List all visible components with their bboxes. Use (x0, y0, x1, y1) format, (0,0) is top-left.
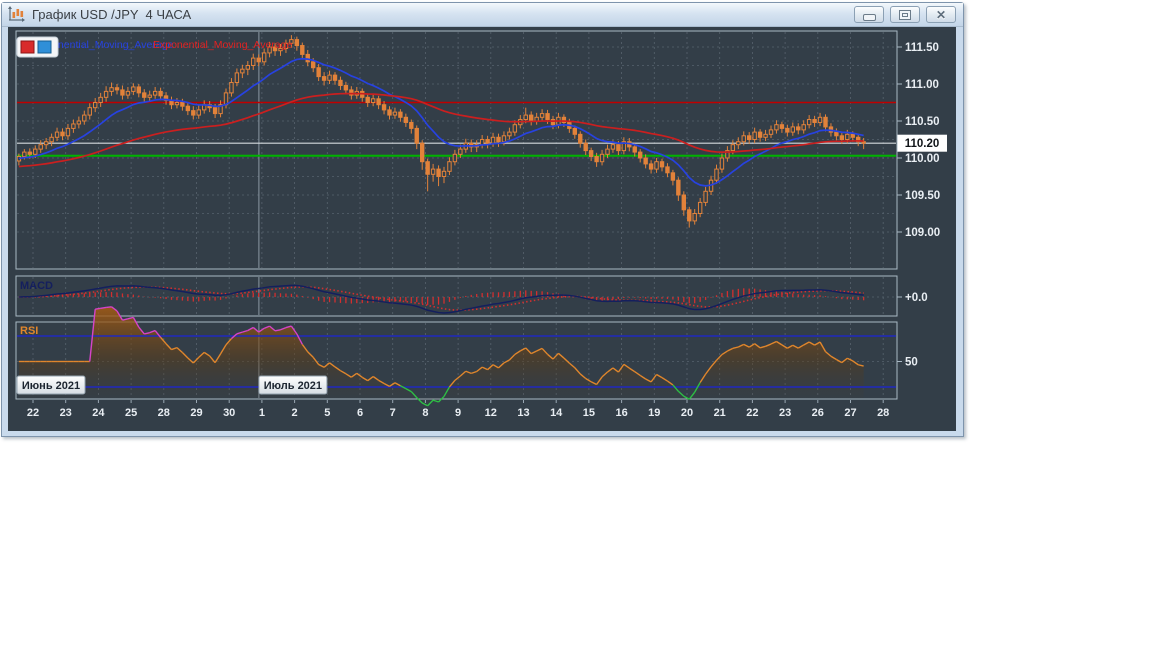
svg-text:5: 5 (324, 407, 330, 419)
price-levels (17, 101, 896, 157)
svg-text:111.00: 111.00 (905, 79, 939, 91)
svg-text:12: 12 (485, 407, 497, 419)
rsi-label: RSI (20, 325, 38, 337)
svg-text:29: 29 (190, 407, 202, 419)
svg-text:8: 8 (422, 407, 428, 419)
svg-text:9: 9 (455, 407, 461, 419)
svg-text:28: 28 (158, 407, 170, 419)
close-icon: ✕ (935, 7, 947, 22)
svg-text:19: 19 (648, 407, 660, 419)
svg-text:27: 27 (844, 407, 856, 419)
macd-indicator (18, 284, 865, 314)
price-axis: 111.50 111.00 110.50 110.00 109.50 109.00 110.… (897, 42, 947, 369)
svg-text:25: 25 (125, 407, 137, 419)
svg-text:22: 22 (746, 407, 758, 419)
svg-text:13: 13 (517, 407, 529, 419)
svg-text:2: 2 (292, 407, 298, 419)
macd-pane (15, 275, 898, 317)
svg-text:20: 20 (681, 407, 693, 419)
restore-button[interactable] (890, 6, 920, 23)
svg-text:15: 15 (583, 407, 595, 419)
ema-slow-legend-label: Exponential_Moving_Average (153, 39, 292, 51)
svg-text:16: 16 (615, 407, 627, 419)
chart-window: График USD /JPY 4 ЧАСА ✕ MACD RSI Exponent… (1, 2, 964, 437)
svg-text:Июль 2021: Июль 2021 (264, 380, 322, 392)
svg-text:21: 21 (714, 407, 726, 419)
ma-legend: Exponential_Moving_AverageExponential_Mo… (16, 36, 292, 58)
rsi-axis-label: 50 (905, 357, 918, 369)
svg-text:6: 6 (357, 407, 363, 419)
svg-text:111.50: 111.50 (905, 42, 939, 54)
svg-text:109.50: 109.50 (905, 190, 940, 202)
svg-text:23: 23 (60, 407, 72, 419)
svg-text:14: 14 (550, 407, 563, 419)
window-title: График USD /JPY 4 ЧАСА (32, 7, 192, 22)
svg-text:22: 22 (27, 407, 39, 419)
svg-text:Июнь 2021: Июнь 2021 (22, 380, 80, 392)
minimize-icon (862, 14, 876, 21)
candlestick-series (17, 35, 866, 228)
ema-fast-toggle[interactable] (37, 40, 52, 54)
chart-content: MACD RSI Exponential_Moving_Average Exponen… (8, 27, 956, 431)
chart-canvas: MACD RSI Exponential_Moving_AverageExponen… (15, 30, 947, 419)
svg-text:1: 1 (259, 407, 265, 419)
svg-text:26: 26 (812, 407, 824, 419)
ema-overlays (18, 57, 864, 187)
svg-text:110.00: 110.00 (905, 153, 940, 165)
ema-fast-line (18, 57, 864, 187)
window-controls: ✕ (854, 6, 958, 23)
restore-icon (899, 9, 911, 20)
macd-axis-label: +0.0 (905, 292, 928, 304)
minimize-button[interactable] (854, 6, 884, 23)
candlestick-chart-icon (7, 6, 27, 23)
svg-text:30: 30 (223, 407, 235, 419)
time-axis: 22 23 24 25 28 29 30 1 2 5 6 7 8 9 12 13 14 15 16 19 20 21 22 2… (27, 400, 889, 419)
svg-text:24: 24 (92, 407, 105, 419)
svg-text:110.20: 110.20 (905, 138, 940, 150)
window-titlebar[interactable]: График USD /JPY 4 ЧАСА ✕ (2, 3, 963, 27)
svg-text:23: 23 (779, 407, 791, 419)
close-button[interactable]: ✕ (926, 6, 956, 23)
svg-text:28: 28 (877, 407, 889, 419)
macd-histogram (23, 288, 865, 305)
svg-text:109.00: 109.00 (905, 227, 940, 239)
svg-text:110.50: 110.50 (905, 116, 940, 128)
ema-slow-toggle[interactable] (20, 40, 35, 54)
svg-text:7: 7 (390, 407, 396, 419)
macd-label: MACD (20, 280, 53, 292)
pane-labels: MACD RSI (20, 280, 53, 337)
